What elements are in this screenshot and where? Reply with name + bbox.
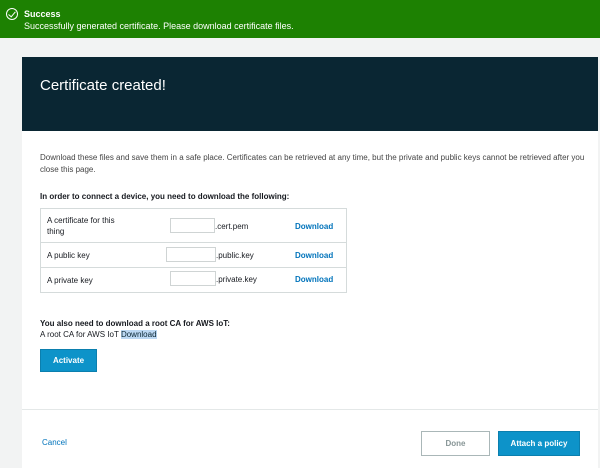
check-circle-icon bbox=[6, 8, 18, 20]
files-table: A certificate for this thing .cert.pem D… bbox=[40, 208, 347, 293]
banner-title: Success bbox=[24, 9, 61, 19]
download-rootca-link[interactable]: Download bbox=[120, 330, 157, 339]
activate-button[interactable]: Activate bbox=[40, 349, 97, 372]
rootca-label: A root CA for AWS IoT bbox=[40, 330, 119, 339]
done-button[interactable]: Done bbox=[421, 431, 490, 456]
card-header: Certificate created! bbox=[22, 57, 598, 131]
success-banner: Success Successfully generated certifica… bbox=[0, 0, 600, 38]
download-public-key-link[interactable]: Download bbox=[295, 251, 333, 260]
rootca-line: A root CA for AWS IoT Download bbox=[40, 330, 157, 339]
file-suffix: .private.key bbox=[216, 275, 257, 284]
cancel-link[interactable]: Cancel bbox=[42, 438, 67, 447]
redacted-filename bbox=[170, 271, 216, 286]
files-section-title: In order to connect a device, you need t… bbox=[40, 192, 290, 201]
attach-policy-button[interactable]: Attach a policy bbox=[498, 431, 580, 456]
page-title: Certificate created! bbox=[40, 77, 166, 94]
intro-text: Download these files and save them in a … bbox=[40, 153, 585, 174]
certificate-card: Certificate created! Download these file… bbox=[22, 57, 598, 468]
download-private-key-link[interactable]: Download bbox=[295, 275, 333, 284]
download-certificate-link[interactable]: Download bbox=[295, 222, 333, 231]
file-suffix: .cert.pem bbox=[215, 222, 249, 231]
table-row: A private key .private.key Download bbox=[41, 268, 346, 292]
footer-divider bbox=[22, 409, 598, 410]
file-suffix: .public.key bbox=[216, 251, 254, 260]
redacted-filename bbox=[170, 218, 215, 233]
file-label: A public key bbox=[47, 251, 90, 260]
file-label: A certificate for this thing bbox=[47, 216, 115, 236]
banner-message: Successfully generated certificate. Plea… bbox=[24, 21, 294, 31]
redacted-filename bbox=[166, 247, 216, 262]
table-row: A certificate for this thing .cert.pem D… bbox=[41, 209, 346, 243]
rootca-title: You also need to download a root CA for … bbox=[40, 319, 230, 328]
table-row: A public key .public.key Download bbox=[41, 243, 346, 268]
file-label: A private key bbox=[47, 276, 93, 285]
